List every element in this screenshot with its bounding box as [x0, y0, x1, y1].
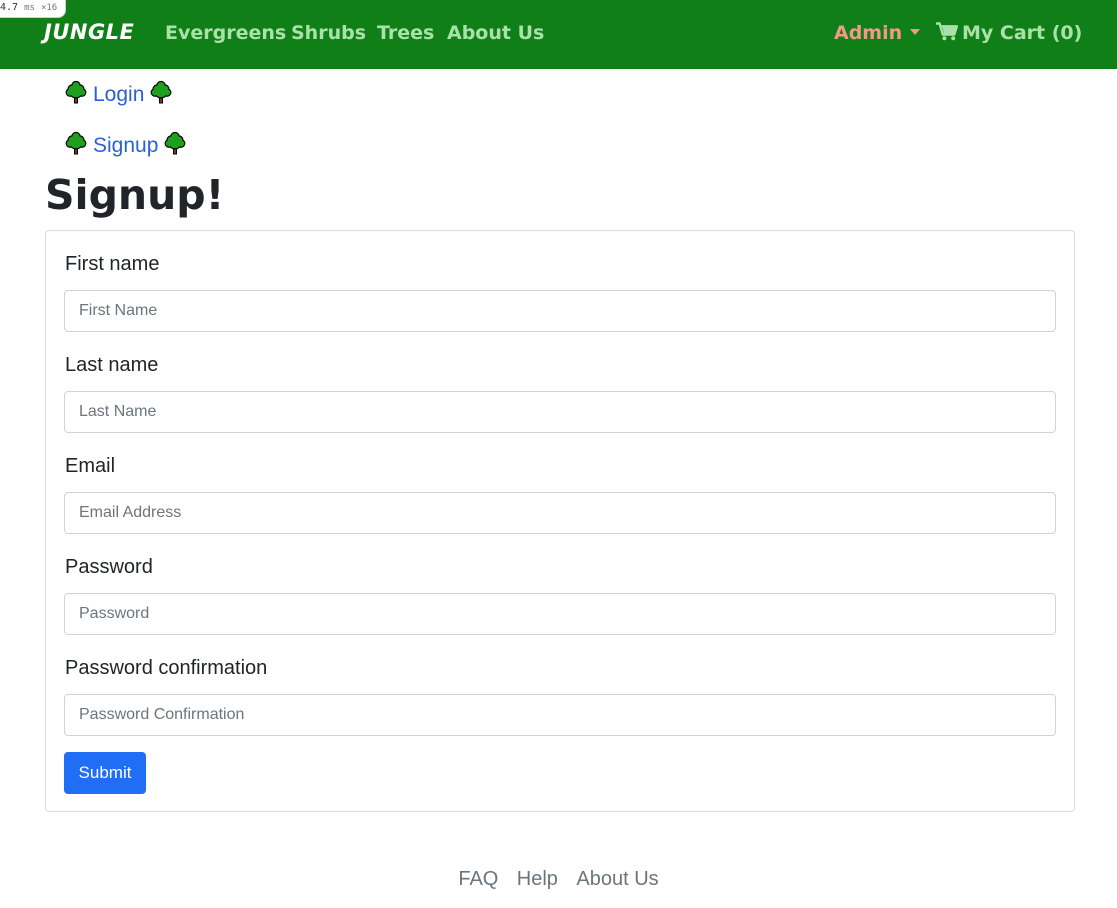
footer-link-about-us[interactable]: About Us: [576, 868, 658, 891]
tree-icon: [150, 80, 172, 104]
perf-badge: 4.7 ms ×16: [0, 0, 67, 18]
signup-label: Signup: [93, 134, 159, 157]
nav-link-shrubs[interactable]: Shrubs: [291, 22, 366, 44]
tree-icon: [65, 80, 87, 104]
tree-icon: [65, 131, 87, 155]
nav-link-trees[interactable]: Trees: [377, 22, 434, 44]
page-title: Signup!: [45, 171, 225, 219]
last-name-label: Last name: [65, 354, 159, 376]
cart-icon: [936, 22, 958, 41]
first-name-input[interactable]: [64, 290, 1056, 332]
password-confirmation-label: Password confirmation: [65, 657, 268, 679]
perf-unit: ms: [24, 3, 35, 13]
email-label: Email: [65, 455, 116, 477]
navbar: JUNGLE Evergreens Shrubs Trees About Us …: [0, 0, 1117, 69]
first-name-label: First name: [65, 253, 160, 275]
submit-button[interactable]: Submit: [64, 752, 146, 794]
cart-link[interactable]: My Cart (0): [936, 22, 1082, 44]
dropdown-caret-icon: [910, 28, 921, 35]
nav-link-about-us[interactable]: About Us: [447, 22, 544, 44]
nav-link-evergreens[interactable]: Evergreens: [165, 22, 286, 44]
last-name-input[interactable]: [64, 391, 1056, 433]
signup-link[interactable]: Signup: [64, 131, 187, 158]
cart-label: My Cart (0): [962, 22, 1083, 44]
tree-icon: [164, 131, 186, 155]
admin-label: Admin: [834, 22, 903, 44]
password-input[interactable]: [64, 593, 1056, 635]
password-label: Password: [65, 556, 153, 578]
admin-dropdown[interactable]: Admin: [834, 22, 921, 44]
perf-count: ×16: [40, 3, 58, 13]
perf-time: 4.7: [0, 2, 19, 13]
footer: FAQ Help About Us: [0, 868, 1117, 891]
brand-logo[interactable]: JUNGLE: [44, 20, 134, 44]
login-label: Login: [93, 83, 145, 106]
footer-link-help[interactable]: Help: [517, 868, 558, 891]
email-input[interactable]: [64, 492, 1056, 534]
password-confirmation-input[interactable]: [64, 694, 1056, 736]
login-link[interactable]: Login: [64, 80, 173, 107]
signup-form: First name Last name Email Password Pass…: [45, 230, 1075, 812]
footer-link-faq[interactable]: FAQ: [458, 868, 498, 891]
